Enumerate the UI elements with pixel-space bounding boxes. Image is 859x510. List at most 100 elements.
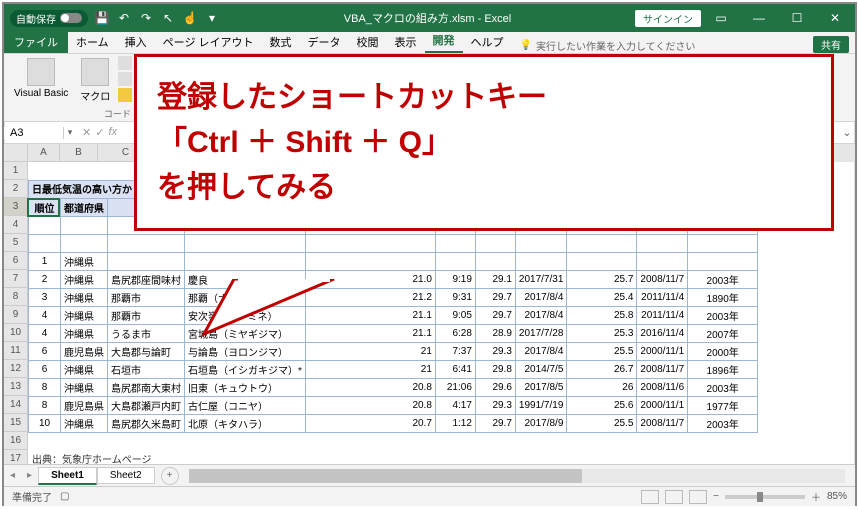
zoom-level[interactable]: 85% bbox=[827, 491, 847, 502]
maximize-icon[interactable]: ☐ bbox=[779, 4, 815, 32]
ribbon-tabs: ファイル ホーム 挿入 ページ レイアウト 数式 データ 校閲 表示 開発 ヘル… bbox=[4, 32, 855, 54]
row-header[interactable]: 14 bbox=[4, 396, 28, 414]
col-header[interactable]: B bbox=[60, 144, 98, 162]
callout-line1: 登録したショートカットキー bbox=[157, 75, 811, 120]
row-header[interactable]: 7 bbox=[4, 270, 28, 288]
zoom-in-icon[interactable]: ＋ bbox=[811, 489, 821, 504]
horizontal-scrollbar[interactable] bbox=[189, 469, 845, 483]
row-header[interactable]: 4 bbox=[4, 216, 28, 234]
tab-review[interactable]: 校閲 bbox=[349, 31, 387, 53]
col-header[interactable]: A bbox=[28, 144, 60, 162]
tab-insert[interactable]: 挿入 bbox=[117, 31, 155, 53]
row-header[interactable]: 15 bbox=[4, 414, 28, 432]
zoom-out-icon[interactable]: − bbox=[713, 491, 719, 502]
row-header[interactable]: 16 bbox=[4, 432, 28, 450]
visual-basic-icon bbox=[27, 58, 55, 86]
tab-data[interactable]: データ bbox=[300, 31, 349, 53]
tab-formulas[interactable]: 数式 bbox=[262, 31, 300, 53]
name-box-dropdown-icon[interactable]: ▾ bbox=[64, 127, 76, 138]
redo-icon[interactable]: ↷ bbox=[138, 10, 154, 26]
toggle-off-icon bbox=[60, 13, 82, 23]
macros-button[interactable]: マクロ bbox=[76, 56, 114, 105]
table-row: 8鹿児島県大島郡瀬戸内町古仁屋（コニヤ）20.84:1729.31991/7/1… bbox=[29, 397, 758, 415]
ribbon-options-icon[interactable]: ▭ bbox=[703, 4, 739, 32]
tab-home[interactable]: ホーム bbox=[68, 31, 117, 53]
table-row: 6沖縄県石垣市石垣島（イシガキジマ）*216:4129.82014/7/526.… bbox=[29, 361, 758, 379]
tab-developer[interactable]: 開発 bbox=[425, 29, 463, 53]
tab-file[interactable]: ファイル bbox=[4, 31, 68, 53]
fx-icon[interactable]: fx bbox=[108, 126, 117, 139]
row-header[interactable]: 6 bbox=[4, 252, 28, 270]
table-header-cell: 順位 bbox=[29, 199, 61, 217]
table-row: 3沖縄県那覇市那覇（ナハ）*21.29:3129.72017/8/425.420… bbox=[29, 289, 758, 307]
view-pagelayout-icon[interactable] bbox=[665, 490, 683, 504]
annotation-callout: 登録したショートカットキー 「Ctrl ＋ Shift ＋ Q」 を押してみる bbox=[134, 54, 834, 289]
zoom-slider[interactable] bbox=[725, 495, 805, 499]
select-all-corner[interactable] bbox=[4, 144, 28, 162]
name-box[interactable]: A3 bbox=[4, 127, 64, 139]
relative-icon bbox=[118, 72, 132, 86]
row-header[interactable]: 13 bbox=[4, 378, 28, 396]
table-row: 4沖縄県うるま市宮城島（ミヤギジマ）21.16:2828.92017/7/282… bbox=[29, 325, 758, 343]
macro-record-status-icon[interactable]: ▢ bbox=[60, 491, 69, 502]
table-header-cell: 都道府県 bbox=[61, 199, 108, 217]
table-row: 8沖縄県島尻郡南大東村旧東（キュウトウ）20.821:0629.62017/8/… bbox=[29, 379, 758, 397]
cancel-formula-icon[interactable]: ✕ bbox=[82, 126, 91, 139]
record-icon bbox=[118, 56, 132, 70]
row-header[interactable]: 17 bbox=[4, 450, 28, 464]
save-icon[interactable]: 💾 bbox=[94, 10, 110, 26]
row-header[interactable]: 9 bbox=[4, 306, 28, 324]
source-text: 出典：気象庁ホームページ bbox=[28, 451, 758, 464]
table-row: 6鹿児島県大島郡与論町与論島（ヨロンジマ）217:3729.32017/8/42… bbox=[29, 343, 758, 361]
callout-tail-icon bbox=[194, 279, 354, 339]
minimize-icon[interactable]: — bbox=[741, 4, 777, 32]
close-icon[interactable]: ✕ bbox=[817, 4, 853, 32]
scrollbar-thumb[interactable] bbox=[189, 469, 583, 483]
status-bar: 準備完了 ▢ − ＋ 85% bbox=[4, 486, 855, 506]
row-header[interactable]: 3 bbox=[4, 198, 28, 216]
sheet-nav-prev-icon[interactable]: ◂ bbox=[4, 470, 21, 481]
pointer-icon[interactable]: ↖ bbox=[160, 10, 176, 26]
tab-pagelayout[interactable]: ページ レイアウト bbox=[155, 31, 262, 53]
row-header[interactable]: 5 bbox=[4, 234, 28, 252]
row-header[interactable]: 1 bbox=[4, 162, 28, 180]
tab-view[interactable]: 表示 bbox=[387, 31, 425, 53]
macros-icon bbox=[81, 58, 109, 86]
row-header[interactable]: 12 bbox=[4, 360, 28, 378]
autosave-label: 自動保存 bbox=[16, 11, 56, 26]
add-sheet-button[interactable]: + bbox=[161, 467, 179, 485]
callout-line2: 「Ctrl ＋ Shift ＋ Q」 bbox=[157, 120, 811, 165]
row-headers: 123456789101112131415161718 bbox=[4, 162, 28, 464]
warning-icon bbox=[118, 88, 132, 102]
signin-button[interactable]: サインイン bbox=[635, 10, 701, 27]
view-normal-icon[interactable] bbox=[641, 490, 659, 504]
visual-basic-button[interactable]: Visual Basic bbox=[10, 56, 72, 105]
status-ready: 準備完了 bbox=[12, 489, 52, 504]
enter-formula-icon[interactable]: ✓ bbox=[95, 126, 104, 139]
sheet-tab-2[interactable]: Sheet2 bbox=[97, 467, 155, 484]
view-pagebreak-icon[interactable] bbox=[689, 490, 707, 504]
lightbulb-icon: 💡 bbox=[520, 40, 532, 51]
visual-basic-label: Visual Basic bbox=[14, 88, 68, 99]
autosave-toggle[interactable]: 自動保存 bbox=[10, 10, 88, 27]
qat-dropdown-icon[interactable]: ▾ bbox=[204, 10, 220, 26]
tell-me-label: 実行したい作業を入力してください bbox=[536, 38, 695, 53]
macros-label: マクロ bbox=[80, 88, 110, 103]
table-row: 10沖縄県島尻郡久米島町北原（キタハラ）20.71:1229.72017/8/9… bbox=[29, 415, 758, 433]
sheet-tab-1[interactable]: Sheet1 bbox=[38, 467, 97, 485]
row-header[interactable]: 2 bbox=[4, 180, 28, 198]
sheet-nav-next-icon[interactable]: ▸ bbox=[21, 470, 38, 481]
tab-help[interactable]: ヘルプ bbox=[463, 31, 512, 53]
undo-icon[interactable]: ↶ bbox=[116, 10, 132, 26]
sheet-tabs-bar: ◂ ▸ Sheet1 Sheet2 + bbox=[4, 464, 855, 486]
share-button[interactable]: 共有 bbox=[813, 36, 849, 53]
window-title: VBA_マクロの組み方.xlsm - Excel bbox=[220, 10, 635, 26]
title-bar: 自動保存 💾 ↶ ↷ ↖ ☝ ▾ VBA_マクロの組み方.xlsm - Exce… bbox=[4, 4, 855, 32]
callout-line3: を押してみる bbox=[157, 165, 811, 210]
row-header[interactable]: 8 bbox=[4, 288, 28, 306]
touch-mode-icon[interactable]: ☝ bbox=[182, 10, 198, 26]
tell-me-search[interactable]: 💡 実行したい作業を入力してください bbox=[520, 38, 696, 53]
row-header[interactable]: 11 bbox=[4, 342, 28, 360]
row-header[interactable]: 10 bbox=[4, 324, 28, 342]
formula-bar-expand-icon[interactable]: ⌄ bbox=[839, 126, 855, 139]
